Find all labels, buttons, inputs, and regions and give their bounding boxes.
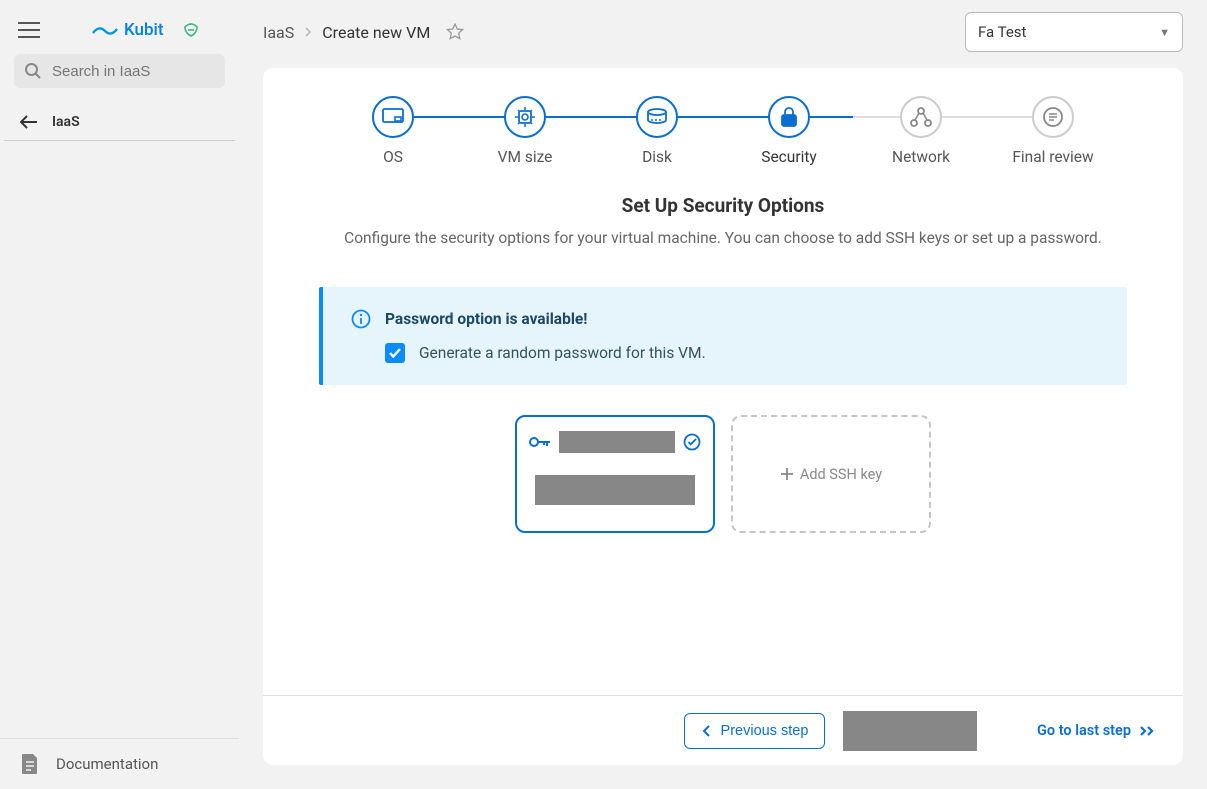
chevron-left-icon — [701, 724, 711, 738]
step-os[interactable]: OS — [333, 96, 453, 166]
disk-icon — [646, 108, 668, 126]
cpu-icon — [514, 106, 536, 128]
add-ssh-key-label: Add SSH key — [800, 466, 882, 483]
back-arrow-icon — [20, 115, 38, 129]
step-network[interactable]: Network — [861, 96, 981, 166]
header: IaaS Create new VM Fa Test ▼ — [239, 0, 1207, 64]
content: Set Up Security Options Configure the se… — [263, 176, 1183, 533]
logo-text: Kubit — [124, 20, 164, 40]
step-label: Network — [892, 148, 950, 166]
hamburger-menu-icon[interactable] — [18, 22, 40, 38]
sidebar-footer-label: Documentation — [56, 755, 158, 773]
stepper: OS VM size Disk — [263, 68, 1183, 176]
chevron-right-icon — [304, 27, 312, 37]
step-label: OS — [383, 148, 403, 166]
go-to-last-step-link[interactable]: Go to last step — [1037, 722, 1155, 739]
go-to-last-step-label: Go to last step — [1037, 722, 1131, 739]
favorite-star-icon[interactable] — [446, 23, 464, 41]
lock-icon — [780, 107, 798, 127]
document-icon — [20, 753, 40, 775]
info-box-title: Password option is available! — [385, 310, 587, 328]
ssh-keys-area: Add SSH key — [303, 415, 1143, 533]
logo[interactable]: Kubit — [92, 20, 200, 40]
network-icon — [910, 107, 932, 127]
double-chevron-right-icon — [1139, 725, 1155, 737]
step-vm-size[interactable]: VM size — [465, 96, 585, 166]
previous-step-label: Previous step — [721, 723, 809, 739]
step-label: Disk — [642, 148, 672, 166]
step-label: VM size — [498, 148, 553, 166]
step-label: Security — [761, 148, 817, 166]
sidebar-footer-documentation[interactable]: Documentation — [0, 738, 239, 789]
sidebar-item-iaas[interactable]: IaaS — [4, 104, 235, 141]
wizard-card: OS VM size Disk — [263, 68, 1183, 765]
redacted-next-button[interactable] — [843, 711, 977, 751]
secondary-logo-icon — [182, 21, 200, 39]
sidebar: Kubit IaaS Documentation — [0, 0, 239, 789]
previous-step-button[interactable]: Previous step — [684, 713, 826, 749]
search-icon — [24, 62, 42, 80]
checkbox-label: Generate a random password for this VM. — [419, 344, 706, 362]
redacted-key-name — [559, 431, 675, 453]
info-icon — [351, 309, 371, 329]
sidebar-item-label: IaaS — [52, 114, 80, 130]
breadcrumb-root[interactable]: IaaS — [263, 23, 294, 42]
step-final-review[interactable]: Final review — [993, 96, 1113, 166]
project-select-value: Fa Test — [978, 23, 1026, 41]
step-disk[interactable]: Disk — [597, 96, 717, 166]
search-input[interactable] — [52, 63, 251, 80]
desktop-icon — [382, 108, 404, 126]
breadcrumb-current: Create new VM — [322, 23, 430, 42]
page-title: Set Up Security Options — [303, 194, 1143, 217]
checkbox-checked-icon[interactable] — [385, 343, 405, 363]
info-box: Password option is available! Generate a… — [319, 287, 1127, 385]
caret-down-icon: ▼ — [1159, 26, 1170, 39]
project-select[interactable]: Fa Test ▼ — [965, 12, 1183, 52]
wizard-footer: Previous step Go to last step — [263, 695, 1183, 765]
wave-icon — [92, 23, 118, 37]
generate-password-checkbox-row[interactable]: Generate a random password for this VM. — [385, 343, 1099, 363]
search-input-wrapper[interactable] — [14, 54, 225, 88]
ssh-key-card[interactable] — [515, 415, 715, 533]
page-description: Configure the security options for your … — [303, 229, 1143, 247]
list-icon — [1043, 107, 1063, 127]
breadcrumb: IaaS Create new VM — [263, 23, 464, 42]
key-icon — [529, 435, 551, 449]
check-circle-icon — [683, 433, 701, 451]
redacted-key-fingerprint — [535, 475, 695, 505]
main: IaaS Create new VM Fa Test ▼ — [239, 0, 1207, 789]
add-ssh-key-button[interactable]: Add SSH key — [731, 415, 931, 533]
step-label: Final review — [1012, 148, 1093, 166]
step-security[interactable]: Security — [729, 96, 849, 166]
plus-icon — [780, 467, 794, 481]
